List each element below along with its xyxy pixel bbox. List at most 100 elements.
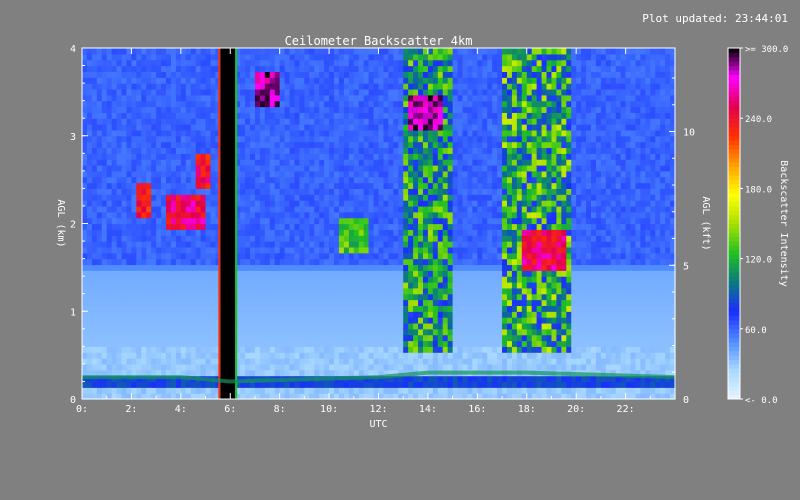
colorbar-segment — [728, 140, 740, 146]
colorbar-segment — [728, 324, 740, 330]
colorbar-segment — [728, 56, 740, 62]
colorbar-segment — [728, 100, 740, 106]
colorbar-tick-label: <- 0.0 — [745, 396, 778, 406]
colorbar-segment — [728, 188, 740, 194]
x-tick-label: 22: — [617, 404, 635, 415]
colorbar-segment — [728, 390, 740, 396]
colorbar-segment — [728, 280, 740, 286]
colorbar-segment — [728, 346, 740, 352]
colorbar-segment — [728, 205, 740, 211]
colorbar-segment — [728, 245, 740, 251]
colorbar-tick-label: 180.0 — [745, 185, 772, 195]
colorbar-segment — [728, 355, 740, 361]
colorbar-segment — [728, 144, 740, 150]
y-axis-label-left: AGL (km) — [55, 199, 66, 247]
precipitation-column-edge — [235, 48, 238, 399]
x-tick-label: 4: — [175, 404, 187, 415]
chart-title: Ceilometer Backscatter 4km — [285, 34, 473, 48]
colorbar-segment — [728, 170, 740, 176]
colorbar-segment — [728, 166, 740, 172]
colorbar-segment — [728, 315, 740, 321]
colorbar-segment — [728, 162, 740, 167]
y-axis-label-right: AGL (kft) — [700, 196, 711, 250]
colorbar-segment — [728, 179, 740, 185]
colorbar-segment — [728, 192, 740, 198]
colorbar-segment — [728, 148, 740, 154]
colorbar-segment — [728, 52, 740, 58]
colorbar-segment — [728, 135, 740, 141]
colorbar-segment — [728, 337, 740, 343]
x-tick-label: 16: — [468, 404, 486, 415]
precipitation-column — [220, 48, 236, 399]
colorbar-segment — [728, 113, 740, 119]
colorbar-segment — [728, 298, 740, 303]
colorbar-segment — [728, 105, 740, 110]
colorbar-tick-label: 60.0 — [745, 326, 767, 336]
colorbar-segment — [728, 306, 740, 312]
colorbar-segment — [728, 241, 740, 246]
heatmap-cells — [82, 48, 676, 400]
colorbar-segment — [728, 227, 740, 233]
colorbar-segment — [728, 83, 740, 88]
colorbar-segment — [728, 157, 740, 163]
colorbar-segment — [728, 87, 740, 93]
colorbar-segment — [728, 320, 740, 325]
colorbar-segment — [728, 328, 740, 334]
colorbar-segment — [728, 262, 740, 268]
x-tick-label: 18: — [518, 404, 536, 415]
x-tick-label: 10: — [320, 404, 338, 415]
colorbar-segment — [728, 254, 740, 260]
colorbar-segment — [728, 293, 740, 299]
colorbar-segment — [728, 284, 740, 290]
colorbar-segment — [728, 61, 740, 67]
colorbar-segment — [728, 131, 740, 137]
x-tick-label: 6: — [224, 404, 236, 415]
colorbar-segment — [728, 249, 740, 255]
colorbar-segment — [728, 302, 740, 308]
colorbar-segment — [728, 333, 740, 339]
colorbar-segment — [728, 236, 740, 242]
colorbar-segment — [728, 271, 740, 277]
y-tick-label-left: 0 — [70, 395, 76, 406]
x-tick-label: 20: — [567, 404, 585, 415]
y-tick-label-left: 4 — [70, 44, 76, 55]
colorbar-segment — [728, 91, 740, 97]
x-tick-label: 12: — [369, 404, 387, 415]
colorbar-segment — [728, 289, 740, 295]
colorbar-label: Backscatter Intensity — [778, 160, 789, 286]
y-tick-label-left: 1 — [70, 307, 76, 318]
y-tick-label-left: 3 — [70, 132, 76, 143]
colorbar-segment — [728, 153, 740, 159]
colorbar-tick-label: 120.0 — [745, 256, 772, 266]
x-tick-label: 8: — [274, 404, 286, 415]
colorbar-segment — [728, 214, 740, 220]
colorbar-segment — [728, 74, 740, 80]
colorbar-tick-label: >= 300.0 — [745, 45, 788, 55]
colorbar-segment — [728, 126, 740, 132]
colorbar-segment — [728, 122, 740, 128]
y-tick-label-right: 5 — [683, 261, 689, 272]
colorbar-segment — [728, 118, 740, 124]
backscatter-chart: Ceilometer Backscatter 4km 0: 2: 4: 6: 8: 10: 1… — [55, 34, 789, 430]
colorbar-segment — [728, 96, 740, 102]
y-tick-label-right: 0 — [683, 395, 689, 406]
x-tick-label: 2: — [125, 404, 137, 415]
colorbar-segment — [728, 368, 740, 374]
colorbar-segment — [728, 109, 740, 115]
x-tick-label: 0: — [76, 404, 88, 415]
colorbar-segment — [728, 267, 740, 273]
y-tick-label-right: 10 — [683, 128, 695, 139]
colorbar-segment — [728, 377, 740, 382]
colorbar-segment — [728, 69, 740, 75]
colorbar-segment — [728, 184, 740, 189]
y-tick-label-left: 2 — [70, 220, 76, 231]
x-axis-label: UTC — [369, 419, 387, 430]
colorbar-segment — [728, 350, 740, 356]
colorbar-segment — [728, 223, 740, 229]
colorbar-segment — [728, 311, 740, 317]
colorbar-segment — [728, 381, 740, 387]
colorbar-segment — [728, 385, 740, 391]
colorbar-segment — [728, 175, 740, 181]
colorbar-segment — [728, 363, 740, 369]
colorbar-segment — [728, 219, 740, 224]
